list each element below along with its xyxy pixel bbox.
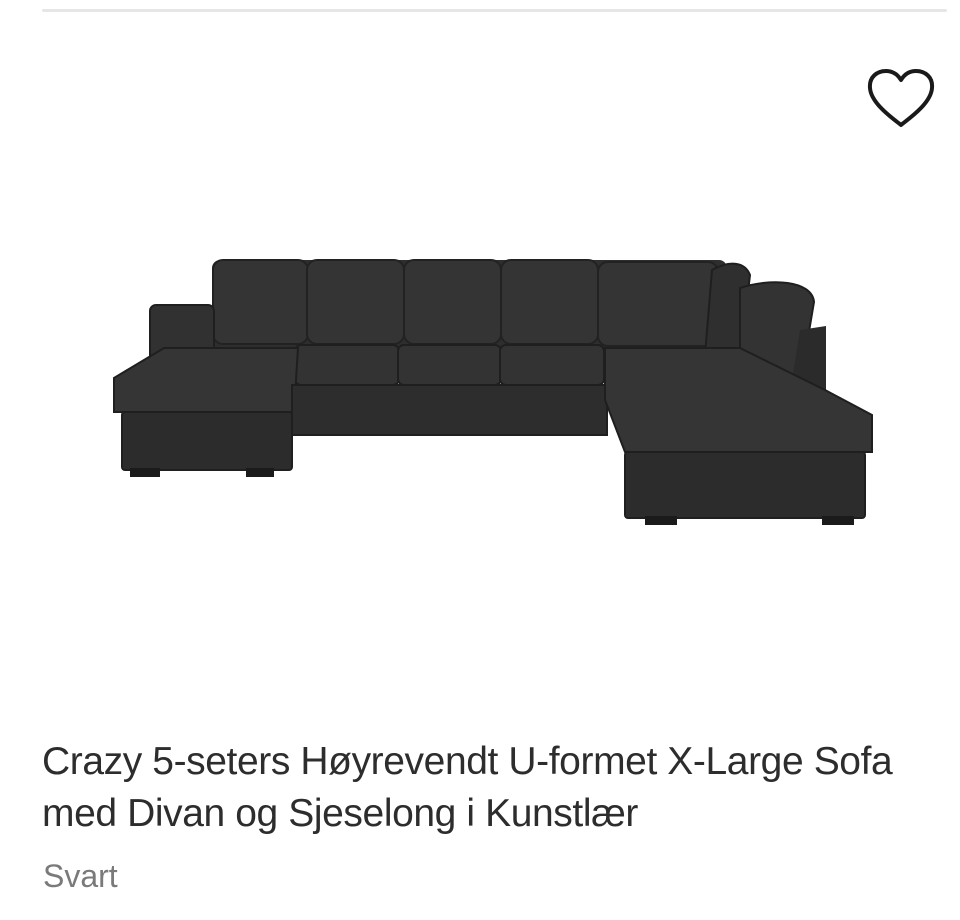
product-variant: Svart xyxy=(43,858,118,894)
sofa-illustration xyxy=(113,259,873,525)
heart-outline-icon xyxy=(867,69,935,127)
wishlist-button[interactable] xyxy=(862,64,940,134)
sofa-image xyxy=(113,259,873,525)
product-title[interactable]: Crazy 5-seters Høyrevendt U-formet X-Lar… xyxy=(42,736,947,840)
top-divider xyxy=(42,9,947,12)
